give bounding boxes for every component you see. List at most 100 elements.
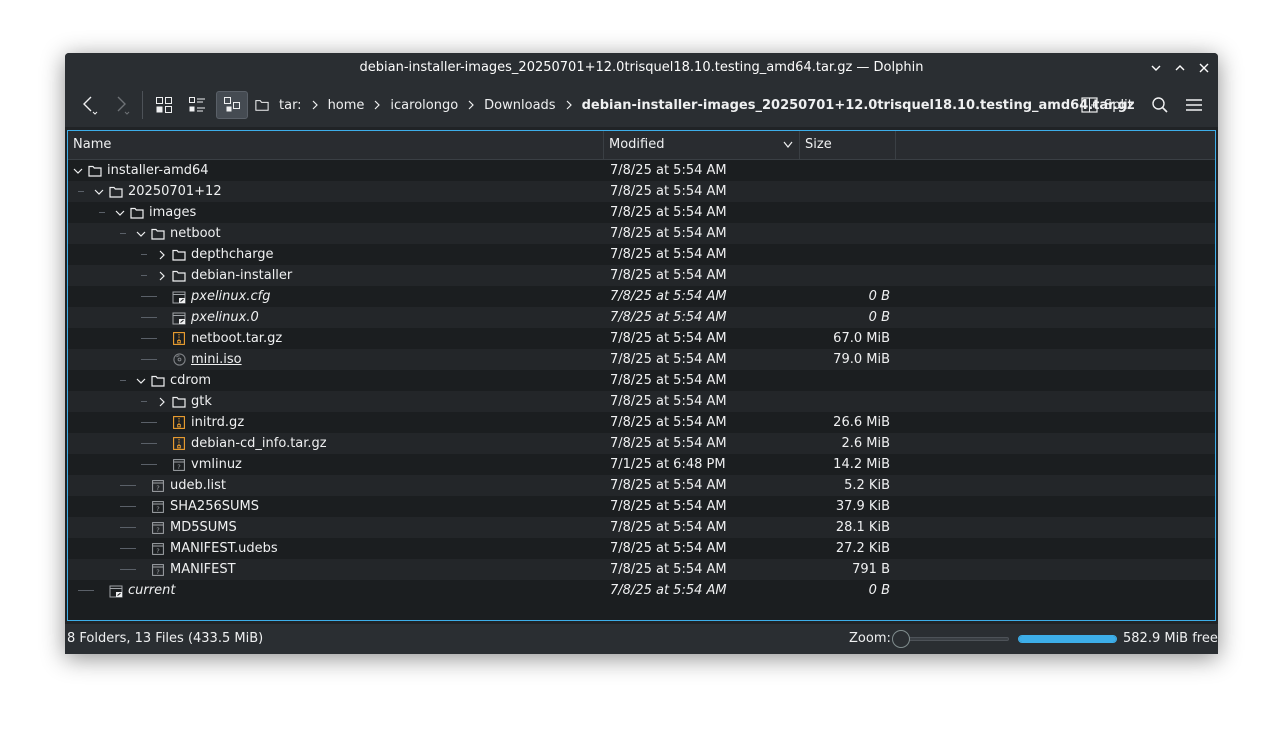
column-size-header[interactable]: Size — [800, 131, 896, 159]
hamburger-menu-button[interactable] — [1181, 91, 1207, 119]
chevron-right-icon[interactable] — [156, 270, 168, 282]
zoom-slider-track[interactable] — [901, 637, 1009, 641]
table-row[interactable]: gtk 7/8/25 at 5:54 AM — [68, 391, 1215, 412]
table-row[interactable]: ? MD5SUMS 7/8/25 at 5:54 AM 28.1 KiB — [68, 517, 1215, 538]
file-name-cell[interactable]: installer-amd64 — [88, 160, 209, 181]
file-name-cell[interactable]: debian-installer — [172, 265, 292, 286]
forward-button[interactable] — [107, 91, 135, 119]
tree-connector — [141, 359, 157, 360]
table-row[interactable]: current 7/8/25 at 5:54 AM 0 B — [68, 580, 1215, 601]
file-name-cell[interactable]: ? SHA256SUMS — [151, 496, 259, 517]
breadcrumb-home[interactable]: home — [322, 98, 371, 113]
breadcrumb-downloads[interactable]: Downloads — [478, 98, 561, 113]
chevron-down-icon[interactable] — [135, 228, 147, 240]
table-row[interactable]: 20250701+12 7/8/25 at 5:54 AM — [68, 181, 1215, 202]
file-modified-cell: 7/8/25 at 5:54 AM — [610, 436, 727, 451]
svg-text:?: ? — [156, 505, 159, 513]
tree-connector — [78, 191, 84, 192]
file-name-label: depthcharge — [191, 247, 274, 262]
table-row[interactable]: ? vmlinuz 7/1/25 at 6:48 PM 14.2 MiB — [68, 454, 1215, 475]
chevron-down-icon[interactable] — [135, 375, 147, 387]
back-arrow-icon — [83, 96, 98, 115]
file-size-cell — [800, 391, 890, 412]
svg-text:?: ? — [156, 484, 159, 492]
table-row[interactable]: ? SHA256SUMS 7/8/25 at 5:54 AM 37.9 KiB — [68, 496, 1215, 517]
table-row[interactable]: netboot.tar.gz 7/8/25 at 5:54 AM 67.0 MiB — [68, 328, 1215, 349]
chevron-right-icon[interactable] — [156, 249, 168, 261]
back-button[interactable] — [75, 91, 103, 119]
file-name-cell[interactable]: pxelinux.0 — [172, 307, 259, 328]
tree-connector — [120, 548, 136, 549]
file-name-cell[interactable]: mini.iso — [172, 349, 242, 370]
file-details-view[interactable]: Name Modified Size installer-amd64 7/8/25… — [67, 130, 1216, 621]
table-row[interactable]: cdrom 7/8/25 at 5:54 AM — [68, 370, 1215, 391]
table-row[interactable]: depthcharge 7/8/25 at 5:54 AM — [68, 244, 1215, 265]
file-name-cell[interactable]: images — [130, 202, 196, 223]
file-name-label: pxelinux.0 — [191, 310, 259, 325]
table-row[interactable]: netboot 7/8/25 at 5:54 AM — [68, 223, 1215, 244]
table-row[interactable]: initrd.gz 7/8/25 at 5:54 AM 26.6 MiB — [68, 412, 1215, 433]
breadcrumb: tar: home icarolongo Downloads debian-in… — [255, 91, 1141, 119]
file-name-cell[interactable]: debian-cd_info.tar.gz — [172, 433, 327, 454]
chevron-down-icon[interactable] — [72, 165, 84, 177]
search-button[interactable] — [1147, 91, 1173, 119]
table-row[interactable]: mini.iso 7/8/25 at 5:54 AM 79.0 MiB — [68, 349, 1215, 370]
breadcrumb-tar[interactable]: tar: — [273, 98, 308, 113]
file-name-cell[interactable]: gtk — [172, 391, 212, 412]
zoom-slider-handle[interactable] — [892, 630, 910, 648]
table-row[interactable]: ? MANIFEST.udebs 7/8/25 at 5:54 AM 27.2 KiB — [68, 538, 1215, 559]
table-row[interactable]: debian-cd_info.tar.gz 7/8/25 at 5:54 AM 2.… — [68, 433, 1215, 454]
chevron-right-icon[interactable] — [156, 396, 168, 408]
file-name-cell[interactable]: netboot.tar.gz — [172, 328, 282, 349]
file-name-cell[interactable]: cdrom — [151, 370, 211, 391]
file-name-label: debian-cd_info.tar.gz — [191, 436, 327, 451]
chevron-down-icon[interactable] — [114, 207, 126, 219]
chevron-right-icon — [562, 100, 576, 110]
status-summary: 8 Folders, 13 Files (433.5 MiB) — [67, 631, 264, 646]
breadcrumb-icarolongo[interactable]: icarolongo — [384, 98, 464, 113]
file-modified-cell: 7/8/25 at 5:54 AM — [610, 415, 727, 430]
column-name-header[interactable]: Name — [68, 131, 604, 159]
file-name-label: MD5SUMS — [170, 520, 237, 535]
archive-icon — [172, 437, 186, 451]
table-row[interactable]: ? udeb.list 7/8/25 at 5:54 AM 5.2 KiB — [68, 475, 1215, 496]
maximize-button[interactable] — [1171, 59, 1189, 77]
table-row[interactable]: ? MANIFEST 7/8/25 at 5:54 AM 791 B — [68, 559, 1215, 580]
table-row[interactable]: pxelinux.0 7/8/25 at 5:54 AM 0 B — [68, 307, 1215, 328]
split-label: Split — [1104, 97, 1133, 113]
folder-icon — [172, 269, 186, 283]
status-bar: 8 Folders, 13 Files (433.5 MiB) Zoom: 58… — [65, 624, 1218, 654]
table-row[interactable]: pxelinux.cfg 7/8/25 at 5:54 AM 0 B — [68, 286, 1215, 307]
file-name-cell[interactable]: initrd.gz — [172, 412, 244, 433]
file-name-cell[interactable]: depthcharge — [172, 244, 274, 265]
table-row[interactable]: installer-amd64 7/8/25 at 5:54 AM — [68, 160, 1215, 181]
breadcrumb-current-archive[interactable]: debian-installer-images_20250701+12.0tri… — [576, 98, 1141, 113]
details-view-button[interactable] — [216, 91, 248, 119]
file-name-cell[interactable]: current — [109, 580, 175, 601]
file-modified-cell: 7/8/25 at 5:54 AM — [610, 499, 727, 514]
file-name-cell[interactable]: ? MANIFEST — [151, 559, 236, 580]
icons-view-button[interactable] — [150, 91, 178, 119]
file-size-cell — [800, 223, 890, 244]
tree-connector — [120, 569, 136, 570]
split-button[interactable]: Split — [1081, 91, 1133, 119]
file-name-cell[interactable]: ? MD5SUMS — [151, 517, 237, 538]
file-name-cell[interactable]: ? MANIFEST.udebs — [151, 538, 278, 559]
disk-capacity-fill — [1019, 636, 1116, 642]
svg-text:?: ? — [156, 547, 159, 555]
file-modified-cell: 7/8/25 at 5:54 AM — [610, 541, 727, 556]
file-name-cell[interactable]: ? vmlinuz — [172, 454, 242, 475]
file-name-cell[interactable]: ? udeb.list — [151, 475, 226, 496]
table-row[interactable]: images 7/8/25 at 5:54 AM — [68, 202, 1215, 223]
chevron-down-icon[interactable] — [93, 186, 105, 198]
hamburger-menu-icon — [1186, 99, 1202, 111]
file-name-cell[interactable]: 20250701+12 — [109, 181, 222, 202]
table-row[interactable]: debian-installer 7/8/25 at 5:54 AM — [68, 265, 1215, 286]
close-button[interactable] — [1195, 59, 1213, 77]
compact-view-button[interactable] — [183, 91, 211, 119]
file-name-cell[interactable]: netboot — [151, 223, 221, 244]
column-modified-header[interactable]: Modified — [604, 131, 800, 159]
file-name-cell[interactable]: pxelinux.cfg — [172, 286, 270, 307]
tree-connector — [141, 422, 157, 423]
minimize-button[interactable] — [1147, 59, 1165, 77]
